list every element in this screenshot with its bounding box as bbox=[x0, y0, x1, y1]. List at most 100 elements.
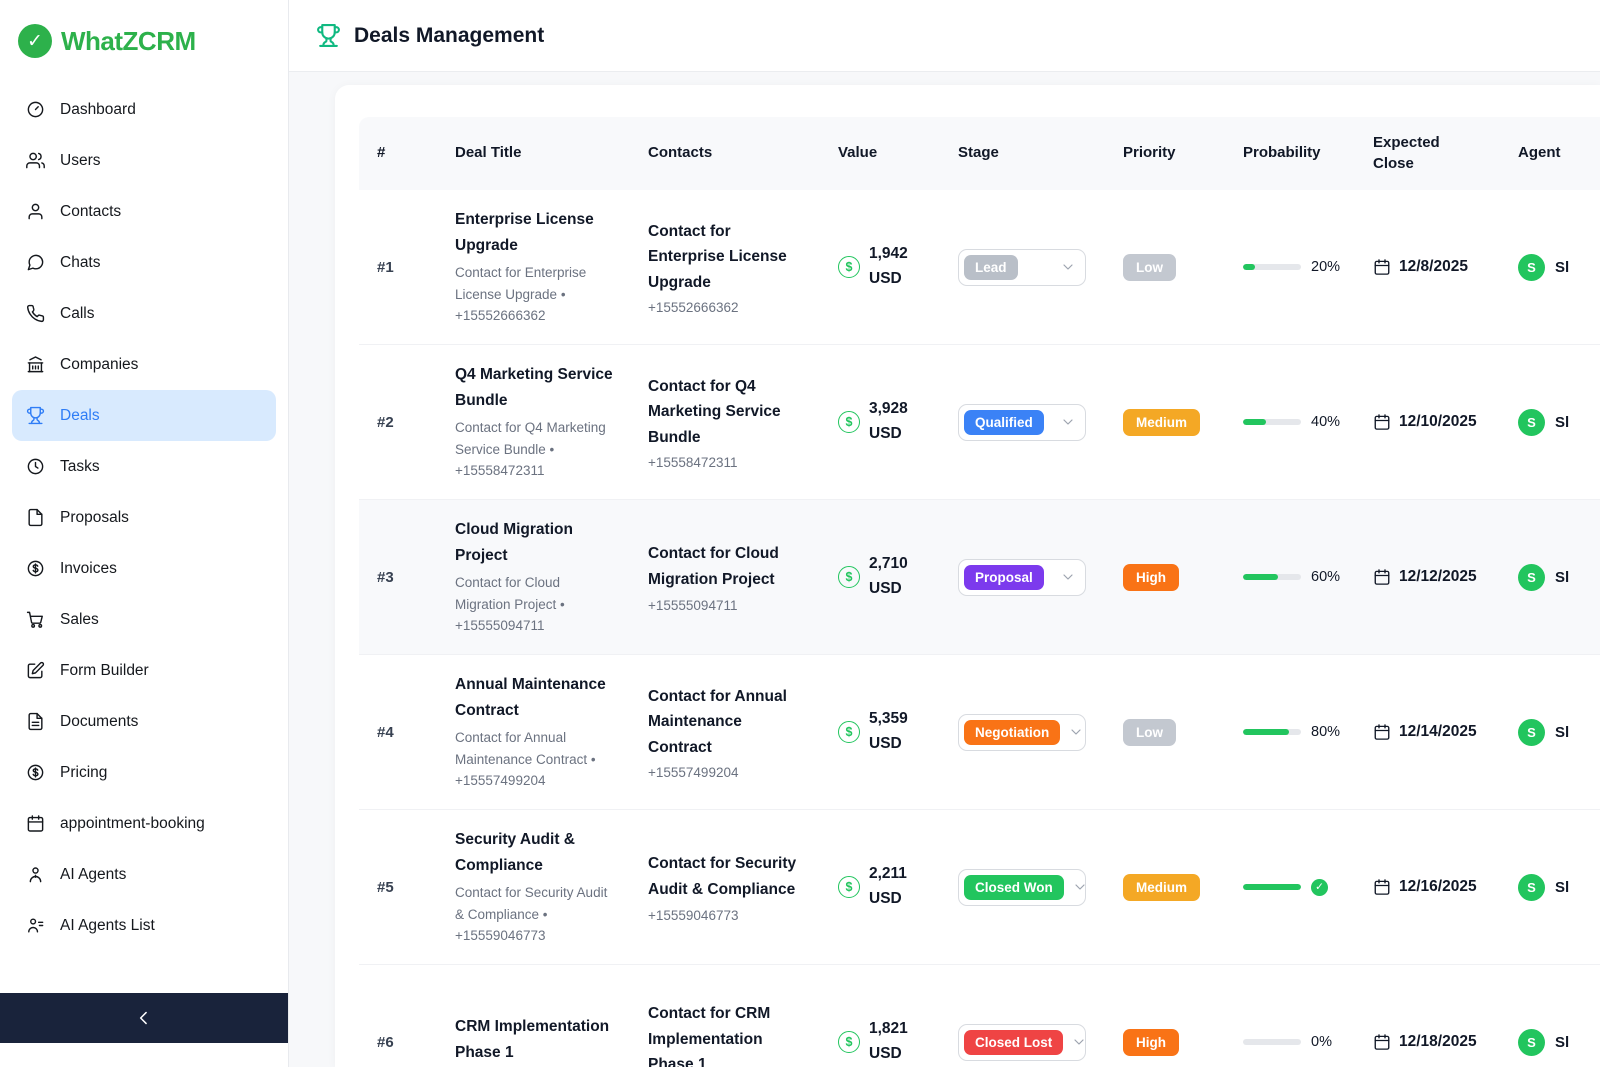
expected-close-cell: 12/18/2025 bbox=[1355, 1033, 1500, 1051]
value-cell: $ 3,928 USD bbox=[820, 397, 940, 447]
agent-avatar: S bbox=[1518, 718, 1545, 746]
chevron-down-icon bbox=[1060, 569, 1076, 585]
sidebar-collapse-button[interactable] bbox=[0, 993, 288, 1043]
sidebar-item-ai-agents-list[interactable]: AI Agents List bbox=[12, 900, 276, 951]
deal-title: Security Audit & Compliance bbox=[455, 831, 575, 874]
agent-name: Sl bbox=[1555, 258, 1570, 276]
dollar-circle-icon: $ bbox=[838, 256, 860, 278]
chevron-down-icon bbox=[1068, 724, 1084, 740]
probability-cell: ✓ bbox=[1225, 878, 1355, 896]
app-logo-text: WhatZCRM bbox=[61, 25, 196, 56]
stage-select[interactable]: Qualified bbox=[958, 403, 1086, 441]
agent-cell: S Sl bbox=[1500, 563, 1600, 591]
sidebar-item-chats[interactable]: Chats bbox=[12, 237, 276, 288]
sidebar-item-label: Documents bbox=[60, 712, 139, 730]
user-icon bbox=[26, 202, 45, 221]
stage-cell: Closed Won bbox=[940, 868, 1105, 906]
probability-bar bbox=[1243, 419, 1301, 425]
calendar-icon bbox=[1373, 258, 1391, 276]
deals-table-card: # Deal Title Contacts Value Stage Priority Pro… bbox=[335, 85, 1600, 1067]
sidebar-item-calls[interactable]: Calls bbox=[12, 288, 276, 339]
stage-select[interactable]: Closed Lost bbox=[958, 1023, 1086, 1061]
agent-avatar: S bbox=[1518, 873, 1545, 901]
expected-close-cell: 12/10/2025 bbox=[1355, 413, 1500, 431]
stage-cell: Negotiation bbox=[940, 713, 1105, 751]
stage-select[interactable]: Proposal bbox=[958, 558, 1086, 596]
stage-badge: Closed Won bbox=[964, 874, 1064, 900]
stage-badge: Qualified bbox=[964, 409, 1044, 435]
sidebar-item-deals[interactable]: Deals bbox=[12, 390, 276, 441]
sidebar-item-form-builder[interactable]: Form Builder bbox=[12, 645, 276, 696]
sidebar-item-users[interactable]: Users bbox=[12, 135, 276, 186]
trophy-icon bbox=[316, 23, 341, 48]
sidebar-item-label: Companies bbox=[60, 355, 139, 373]
deal-title: Annual Maintenance Contract bbox=[455, 676, 606, 719]
deal-value: 2,710 bbox=[869, 555, 908, 573]
sidebar-item-label: Sales bbox=[60, 610, 99, 628]
sidebar-item-label: Users bbox=[60, 151, 101, 169]
probability-value: 80% bbox=[1311, 724, 1341, 740]
sidebar-item-documents[interactable]: Documents bbox=[12, 696, 276, 747]
sidebar-item-sales[interactable]: Sales bbox=[12, 594, 276, 645]
sidebar-item-tasks[interactable]: Tasks bbox=[12, 441, 276, 492]
stage-select[interactable]: Negotiation bbox=[958, 713, 1086, 751]
agent-cell: S Sl bbox=[1500, 718, 1600, 746]
value-cell: $ 1,821 USD bbox=[820, 1017, 940, 1067]
sidebar-item-label: Chats bbox=[60, 253, 101, 271]
agent-name: Sl bbox=[1555, 568, 1570, 586]
stage-select[interactable]: Lead bbox=[958, 248, 1086, 286]
probability-cell: 80% bbox=[1225, 724, 1355, 740]
agent-name: Sl bbox=[1555, 1033, 1570, 1051]
stage-cell: Closed Lost bbox=[940, 1023, 1105, 1061]
priority-badge: Medium bbox=[1123, 408, 1201, 436]
sidebar-item-appointment-booking[interactable]: appointment-booking bbox=[12, 798, 276, 849]
value-cell: $ 2,211 USD bbox=[820, 862, 940, 912]
stage-select[interactable]: Closed Won bbox=[958, 868, 1088, 906]
column-header-priority: Priority bbox=[1123, 144, 1176, 162]
deal-title: CRM Implementation Phase 1 bbox=[455, 1018, 610, 1061]
sidebar-item-pricing[interactable]: Pricing bbox=[12, 747, 276, 798]
column-header-expected-close: Expected Close bbox=[1373, 134, 1440, 172]
dollar-circle-icon: $ bbox=[838, 566, 860, 588]
deal-title-cell: Cloud Migration Project Contact for Clou… bbox=[437, 517, 630, 637]
dollar-circle-icon: $ bbox=[838, 1031, 860, 1053]
deal-subtitle: Contact for Enterprise License Upgrade •… bbox=[455, 265, 587, 324]
contact-name: Contact for Security Audit & Compliance bbox=[648, 855, 797, 898]
deal-title-cell: CRM Implementation Phase 1 bbox=[437, 1014, 630, 1067]
contact-phone: +15555094711 bbox=[648, 597, 738, 613]
sidebar-item-ai-agents[interactable]: AI Agents bbox=[12, 849, 276, 900]
probability-value: 40% bbox=[1311, 414, 1341, 430]
contact-phone: +15552666362 bbox=[648, 300, 739, 316]
deal-number: #6 bbox=[377, 1033, 394, 1051]
contact-cell: Contact for Enterprise License Upgrade +… bbox=[630, 219, 820, 316]
deal-currency: USD bbox=[869, 580, 902, 597]
contact-name: Contact for Annual Maintenance Contract bbox=[648, 687, 787, 756]
dollar-circle-icon: $ bbox=[838, 876, 860, 898]
phone-icon bbox=[26, 304, 45, 323]
deal-value: 3,928 bbox=[869, 400, 908, 418]
sidebar-item-label: Dashboard bbox=[60, 100, 136, 118]
sidebar-item-dashboard[interactable]: Dashboard bbox=[12, 84, 276, 135]
check-circle-icon: ✓ bbox=[1311, 878, 1328, 896]
table-row: #3 Cloud Migration Project Contact for C… bbox=[359, 500, 1600, 655]
file-text-icon bbox=[26, 712, 45, 731]
chevron-down-icon bbox=[1072, 879, 1088, 895]
probability-cell: 40% bbox=[1225, 414, 1355, 430]
sidebar-item-companies[interactable]: Companies bbox=[12, 339, 276, 390]
expected-close-date: 12/12/2025 bbox=[1399, 568, 1477, 585]
deal-currency: USD bbox=[869, 1045, 902, 1062]
dollar-circle-icon: $ bbox=[838, 411, 860, 433]
contact-cell: Contact for Security Audit & Compliance … bbox=[630, 851, 820, 922]
expected-close-cell: 12/12/2025 bbox=[1355, 568, 1500, 586]
deal-number: #3 bbox=[377, 568, 394, 586]
contact-cell: Contact for Annual Maintenance Contract … bbox=[630, 684, 820, 781]
deal-title-cell: Q4 Marketing Service Bundle Contact for … bbox=[437, 362, 630, 482]
sidebar-item-proposals[interactable]: Proposals bbox=[12, 492, 276, 543]
deal-number: #1 bbox=[377, 258, 394, 276]
sidebar-item-invoices[interactable]: Invoices bbox=[12, 543, 276, 594]
clock-icon bbox=[26, 457, 45, 476]
sidebar-item-contacts[interactable]: Contacts bbox=[12, 186, 276, 237]
deal-currency: USD bbox=[869, 270, 902, 287]
app-logo[interactable]: ✓ WhatZCRM bbox=[12, 22, 276, 84]
stage-badge: Proposal bbox=[964, 564, 1044, 590]
